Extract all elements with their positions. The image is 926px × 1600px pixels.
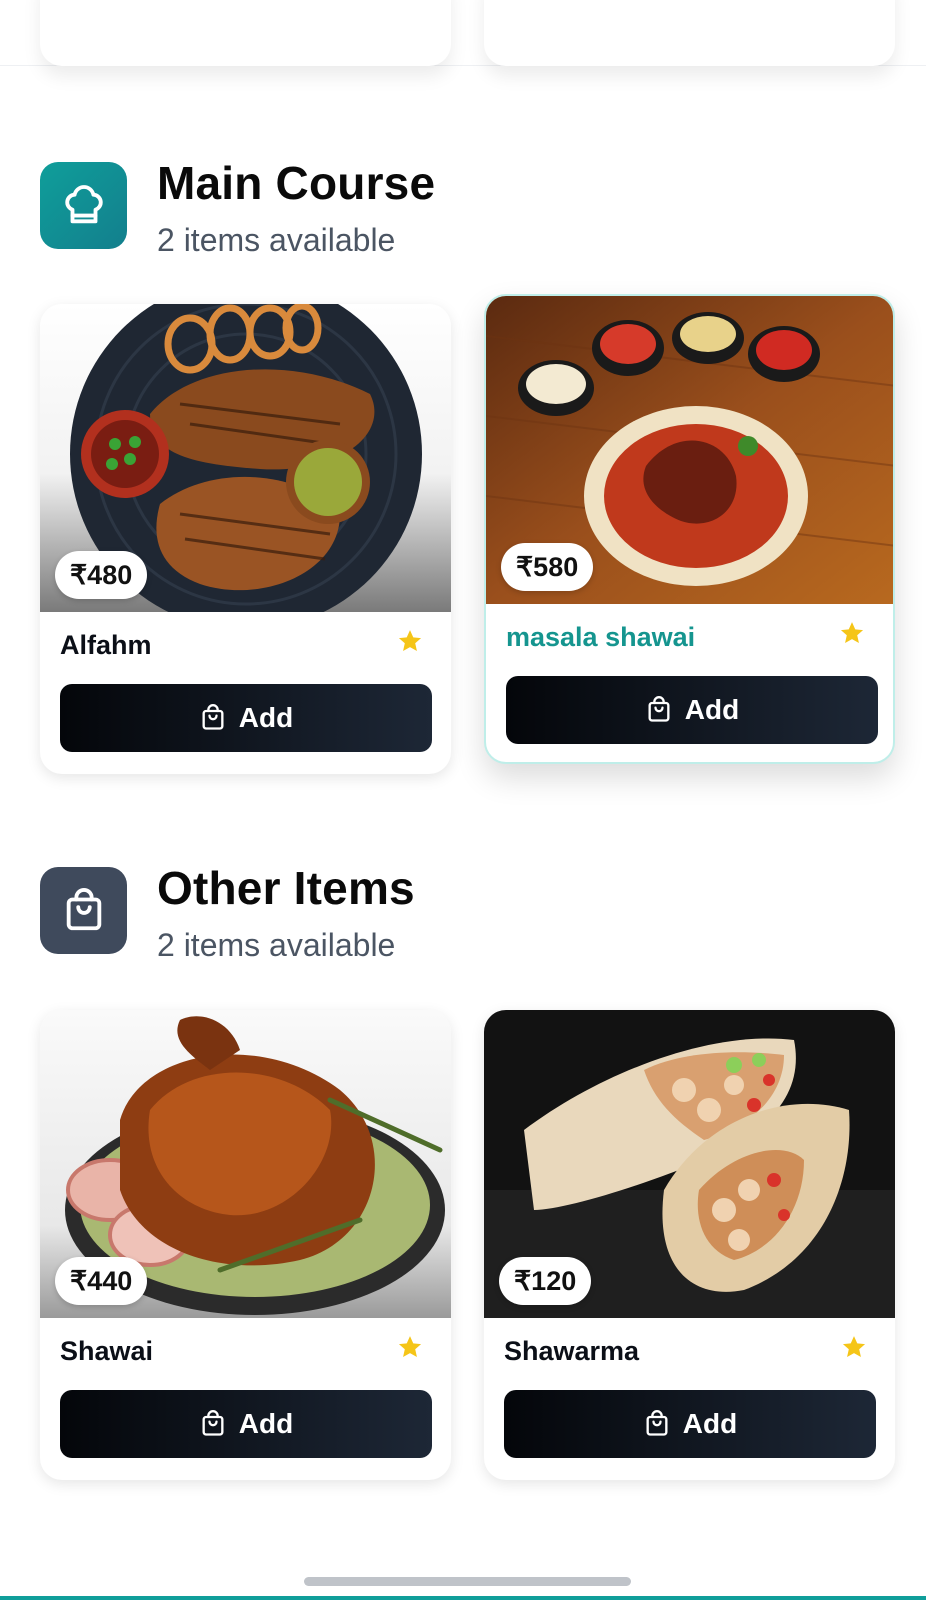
price-badge: ₹120 xyxy=(499,1257,592,1305)
shopping-bag-icon xyxy=(202,1410,224,1436)
add-to-cart-button[interactable]: Add xyxy=(506,676,878,744)
item-name: Alfahm xyxy=(60,630,152,660)
section-title: Main Course xyxy=(157,157,436,209)
previous-card-right xyxy=(484,0,895,66)
shopping-bag-icon xyxy=(40,867,127,954)
shopping-bag-icon xyxy=(202,704,224,730)
item-name: Shawai xyxy=(60,1336,154,1366)
add-button-label: Add xyxy=(238,1408,294,1439)
chef-hat-icon xyxy=(40,162,127,249)
section-header-main-course: Main Course 2 items available xyxy=(40,157,880,262)
add-to-cart-button[interactable]: Add xyxy=(504,1390,876,1458)
home-indicator[interactable] xyxy=(304,1577,631,1586)
add-button-label: Add xyxy=(682,1408,738,1439)
bottom-accent-line xyxy=(0,1596,926,1600)
star-icon[interactable] xyxy=(841,1334,867,1360)
previous-card-left xyxy=(40,0,451,66)
price-badge: ₹480 xyxy=(55,551,148,599)
menu-item-card[interactable]: ₹480 Alfahm Add xyxy=(40,304,451,774)
star-icon[interactable] xyxy=(839,620,865,646)
section-item-count: 2 items available xyxy=(157,927,396,963)
add-button-label: Add xyxy=(684,694,740,725)
star-icon[interactable] xyxy=(397,1334,423,1360)
shopping-bag-icon xyxy=(646,1410,668,1436)
star-icon[interactable] xyxy=(397,628,423,654)
section-item-count: 2 items available xyxy=(157,222,396,258)
add-button-label: Add xyxy=(238,702,294,733)
menu-item-card-selected[interactable]: ₹580 masala shawai Add xyxy=(484,294,895,764)
section-header-other-items: Other Items 2 items available xyxy=(40,862,880,967)
add-to-cart-button[interactable]: Add xyxy=(60,1390,432,1458)
price-badge: ₹580 xyxy=(501,543,594,591)
previous-section-remnant xyxy=(0,0,926,66)
shopping-bag-icon xyxy=(648,696,670,722)
price-badge: ₹440 xyxy=(55,1257,148,1305)
menu-item-card[interactable]: ₹120 Shawarma Add xyxy=(484,1010,895,1480)
item-name: masala shawai xyxy=(506,622,696,652)
section-title: Other Items xyxy=(157,862,415,914)
item-name: Shawarma xyxy=(504,1336,640,1366)
menu-item-card[interactable]: ₹440 Shawai Add xyxy=(40,1010,451,1480)
add-to-cart-button[interactable]: Add xyxy=(60,684,432,752)
